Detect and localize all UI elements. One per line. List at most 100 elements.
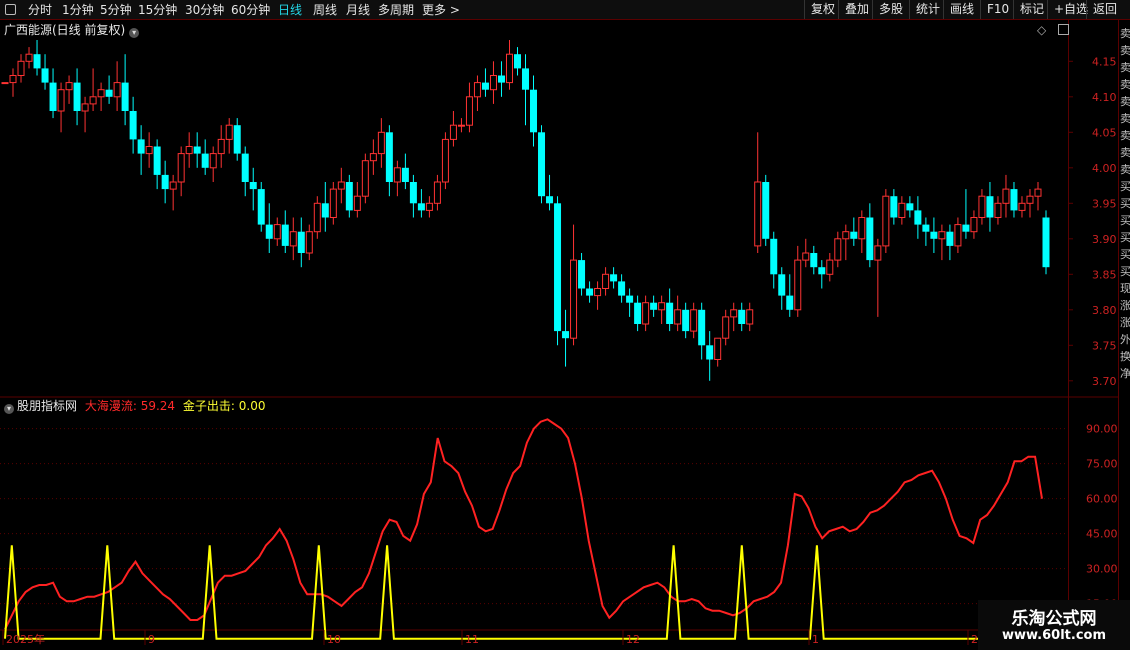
candle-body-up bbox=[273, 224, 281, 240]
indicator-title: ▾ 股朋指标网 大海漫流: 59.24 金子出击: 0.00 bbox=[4, 399, 265, 414]
candle-body-down bbox=[41, 68, 49, 83]
candle-body-down bbox=[922, 224, 930, 232]
candle-body-down bbox=[914, 210, 922, 225]
candle-body-up bbox=[690, 309, 698, 332]
candle-body-down bbox=[586, 288, 594, 296]
candle-body-up bbox=[714, 337, 722, 361]
x-tick-label: 9 bbox=[148, 633, 155, 646]
candle-body-down bbox=[666, 302, 674, 324]
candle-body-up bbox=[57, 89, 65, 112]
candle-body-up bbox=[113, 82, 121, 98]
candle-body-down bbox=[610, 274, 618, 282]
panel-toggle-icon[interactable] bbox=[1058, 24, 1070, 35]
price-tick-label: 3.70 bbox=[1092, 375, 1117, 388]
price-tick-label: 4.00 bbox=[1092, 162, 1117, 175]
candle-body-up bbox=[97, 89, 105, 98]
candle-body-down bbox=[546, 196, 554, 204]
sidebar-char: 换 bbox=[1120, 351, 1130, 363]
candle-body-down bbox=[73, 82, 81, 111]
candle-body-up bbox=[9, 75, 17, 84]
candle-body-down bbox=[33, 54, 41, 69]
candle-body-up bbox=[754, 181, 762, 247]
diamond-icon[interactable]: ◇ bbox=[1037, 23, 1046, 37]
candle-body-down bbox=[906, 203, 914, 211]
chevron-down-icon[interactable]: ▾ bbox=[129, 28, 140, 38]
candle-body-up bbox=[794, 259, 802, 311]
candle-body-down bbox=[233, 125, 241, 154]
x-tick-label: 12 bbox=[626, 633, 640, 646]
indicator-label-1: 大海漫流: 59.24 bbox=[84, 399, 176, 413]
candle-body-down bbox=[417, 203, 425, 211]
candle-body-down bbox=[930, 231, 938, 239]
sidebar-char: 卖 bbox=[1120, 45, 1130, 57]
candle-body-up bbox=[1018, 202, 1026, 211]
stock-title-text: 广西能源(日线 前复权) bbox=[4, 23, 126, 37]
candle-body-down bbox=[129, 111, 137, 140]
sidebar-char: 卖 bbox=[1120, 79, 1130, 91]
candle-body-up bbox=[209, 153, 217, 169]
candle-body-up bbox=[834, 238, 842, 261]
candle-body-up bbox=[473, 82, 481, 98]
candle-body-down bbox=[850, 231, 858, 239]
candle-body-up bbox=[361, 160, 369, 197]
candle-body-down bbox=[770, 238, 778, 275]
x-tick-label: 10 bbox=[327, 633, 341, 646]
candle-body-up bbox=[1, 82, 9, 85]
chevron-down-icon[interactable]: ▾ bbox=[4, 404, 14, 414]
candle-body-down bbox=[161, 174, 169, 190]
x-tick-label: 2025年 bbox=[6, 632, 45, 646]
candle-body-down bbox=[105, 89, 113, 97]
candle-body-up bbox=[954, 224, 962, 247]
price-tick-label: 3.75 bbox=[1092, 339, 1117, 352]
indicator-label-2: 金子出击: 0.00 bbox=[182, 399, 266, 413]
candle-body-down bbox=[265, 224, 273, 239]
candle-body-up bbox=[177, 153, 185, 183]
candle-body-down bbox=[241, 153, 249, 182]
candle-body-up bbox=[882, 195, 890, 247]
candle-body-up bbox=[305, 231, 313, 254]
candle-body-down bbox=[706, 345, 714, 360]
candle-body-up bbox=[898, 202, 906, 219]
candle-body-up bbox=[570, 259, 578, 339]
candle-body-down bbox=[682, 309, 690, 332]
candle-body-down bbox=[345, 182, 353, 211]
sidebar-char: 买 bbox=[1120, 215, 1130, 227]
watermark-line2: www.60lt.com bbox=[1001, 628, 1107, 643]
candle-body-up bbox=[369, 153, 377, 162]
candle-body-up bbox=[169, 181, 177, 190]
stock-title[interactable]: 广西能源(日线 前复权) ▾ bbox=[4, 23, 140, 38]
candle-body-down bbox=[201, 153, 209, 168]
candle-body-up bbox=[674, 309, 682, 325]
candle-body-down bbox=[281, 224, 289, 246]
sidebar-char: 卖 bbox=[1120, 130, 1130, 142]
price-tick-label: 3.90 bbox=[1092, 233, 1117, 246]
candle-body-up bbox=[489, 75, 497, 91]
indicator-tick-label: 75.00 bbox=[1086, 458, 1118, 471]
price-tick-label: 4.05 bbox=[1092, 126, 1117, 139]
candle-body-up bbox=[313, 202, 321, 233]
candle-body-up bbox=[449, 124, 457, 140]
sidebar-char: 卖 bbox=[1120, 96, 1130, 108]
indicator-series-1 bbox=[4, 418, 1043, 630]
candle-body-down bbox=[818, 267, 826, 275]
candle-body-down bbox=[409, 182, 417, 204]
candle-body-up bbox=[457, 124, 465, 127]
sidebar-char: 卖 bbox=[1120, 113, 1130, 125]
candle-body-up bbox=[441, 138, 449, 183]
candle-body-up bbox=[746, 309, 754, 325]
candle-body-down bbox=[401, 167, 409, 182]
candle-body-up bbox=[978, 195, 986, 218]
indicator-tick-label: 90.00 bbox=[1086, 423, 1118, 436]
price-tick-label: 4.10 bbox=[1092, 91, 1117, 104]
sidebar-char: 卖 bbox=[1120, 28, 1130, 40]
candle-body-up bbox=[17, 60, 25, 76]
sidebar-char: 外 bbox=[1120, 334, 1130, 346]
candle-body-down bbox=[890, 196, 898, 218]
candle-body-down bbox=[297, 231, 305, 253]
indicator-name[interactable]: 股朋指标网 bbox=[17, 399, 77, 413]
candle-body-down bbox=[49, 82, 57, 111]
candle-body-down bbox=[778, 274, 786, 296]
sidebar-char: 净 bbox=[1120, 368, 1130, 380]
candle-body-up bbox=[858, 217, 866, 240]
candle-body-up bbox=[1002, 188, 1010, 204]
